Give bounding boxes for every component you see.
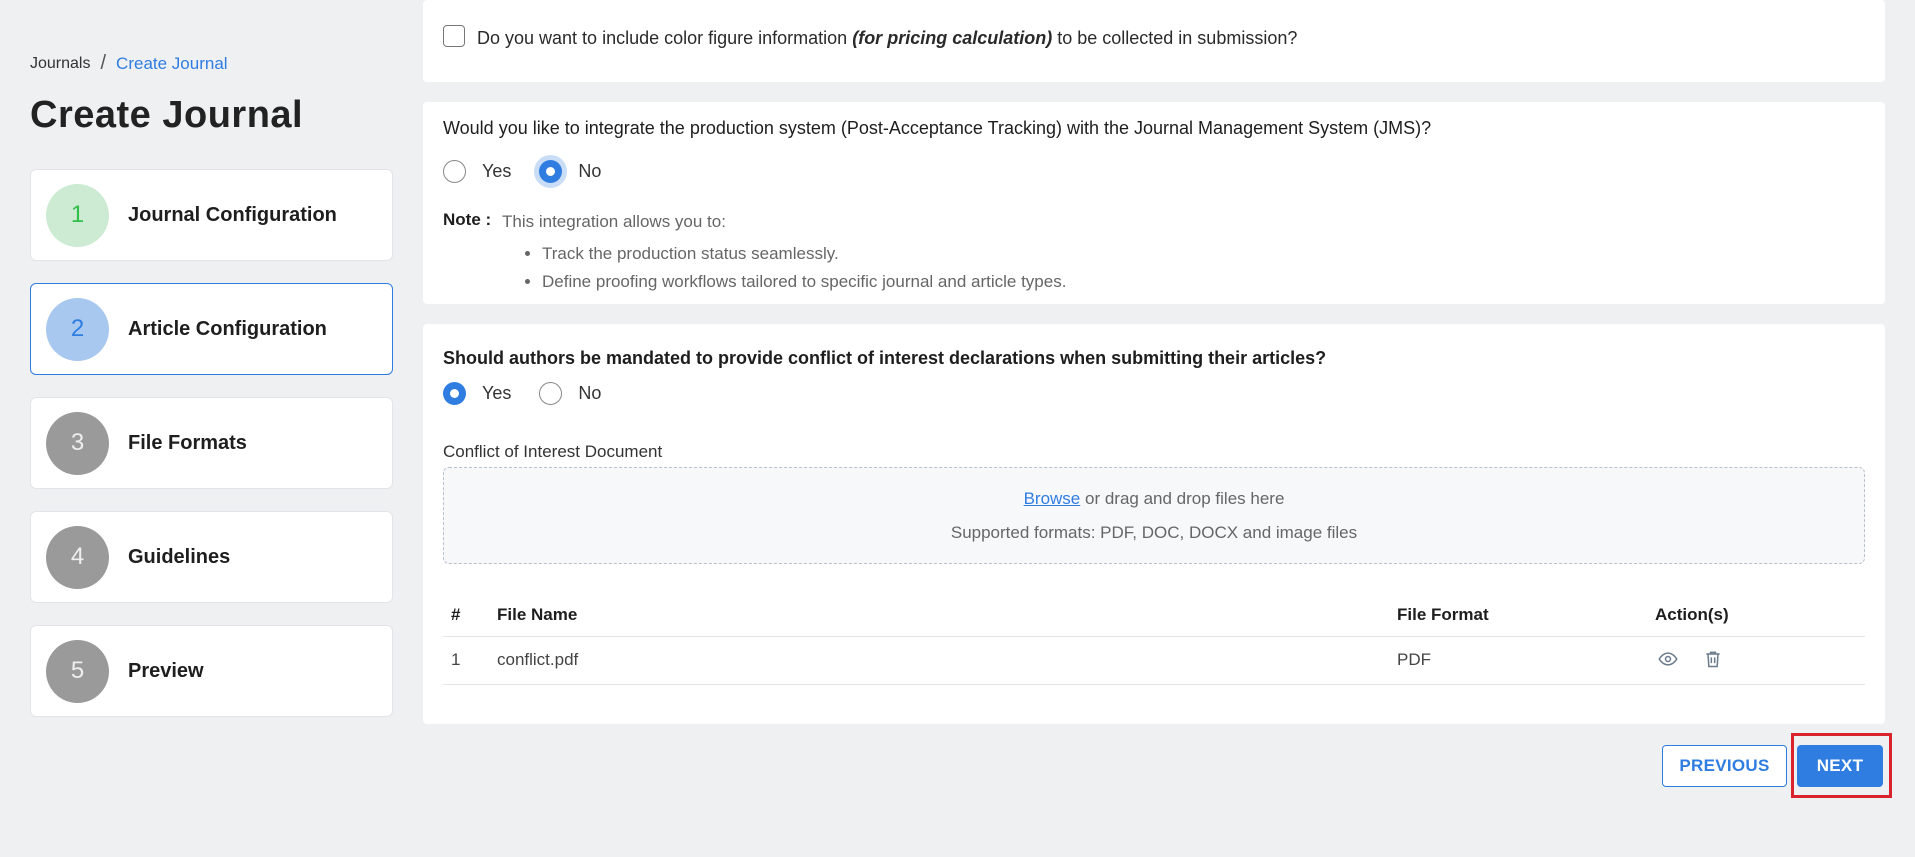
step-label: File Formats <box>128 431 247 454</box>
step-label: Guidelines <box>128 545 231 568</box>
column-header-index: # <box>443 594 497 637</box>
breadcrumb-current: Create Journal <box>116 53 228 73</box>
conflict-document-label: Conflict of Interest Document <box>443 442 663 461</box>
conflict-yes-radio[interactable] <box>443 382 466 405</box>
cell-file-name: conflict.pdf <box>497 636 1397 685</box>
production-yes-radio[interactable] <box>443 160 466 183</box>
page-title: Create Journal <box>30 94 304 136</box>
supported-formats-text: Supported formats: PDF, DOC, DOCX and im… <box>950 522 1358 542</box>
color-figure-emphasis: (for pricing calculation) <box>852 28 1053 48</box>
next-button[interactable]: NEXT <box>1797 745 1883 787</box>
step-number: 1 <box>46 183 109 247</box>
production-no-radio[interactable] <box>539 160 563 183</box>
production-no-label: No <box>578 161 602 181</box>
conflict-card: Should authors be mandated to provide co… <box>423 324 1885 724</box>
note-label: Note : <box>443 210 492 229</box>
production-yes-label: Yes <box>482 161 512 181</box>
note-text: This integration allows you to: <box>502 212 726 231</box>
conflict-yes-label: Yes <box>482 383 512 403</box>
step-file-formats[interactable]: 3 File Formats <box>30 397 393 489</box>
color-figure-text-after: to be collected in submission? <box>1057 28 1298 48</box>
conflict-question: Should authors be mandated to provide co… <box>443 348 1327 368</box>
breadcrumb-journals-link[interactable]: Journals <box>30 55 90 73</box>
cell-file-format: PDF <box>1397 636 1655 685</box>
color-figure-text-before: Do you want to include color figure info… <box>477 28 848 48</box>
production-radio-group: Yes No <box>443 160 629 183</box>
step-number: 5 <box>46 639 109 703</box>
step-number: 4 <box>46 525 109 589</box>
production-card: Would you like to integrate the producti… <box>423 102 1885 304</box>
file-dropzone[interactable]: Browse or drag and drop files here Suppo… <box>443 467 1865 564</box>
dropzone-instructions: Browse or drag and drop files here <box>1024 489 1285 509</box>
previous-button[interactable]: PREVIOUS <box>1662 745 1787 787</box>
table-header-row: # File Name File Format Action(s) <box>443 594 1865 637</box>
production-question: Would you like to integrate the producti… <box>443 118 1432 138</box>
note-item: Track the production status seamlessly. <box>542 244 1066 264</box>
step-label: Preview <box>128 659 204 682</box>
color-figure-card: Do you want to include color figure info… <box>423 0 1885 82</box>
eye-icon[interactable] <box>1655 646 1681 672</box>
step-number: 2 <box>46 297 109 361</box>
column-header-file-format: File Format <box>1397 594 1655 637</box>
stepper: 1 Journal Configuration 2 Article Config… <box>30 169 393 739</box>
trash-icon[interactable] <box>1700 646 1726 672</box>
note-item: Define proofing workflows tailored to sp… <box>542 272 1066 292</box>
column-header-file-name: File Name <box>497 594 1397 637</box>
breadcrumb: Journals / Create Journal <box>30 52 228 75</box>
step-guidelines[interactable]: 4 Guidelines <box>30 511 393 603</box>
conflict-no-label: No <box>578 383 602 403</box>
step-article-configuration[interactable]: 2 Article Configuration <box>30 283 393 375</box>
browse-link[interactable]: Browse <box>1024 489 1081 508</box>
color-figure-option: Do you want to include color figure info… <box>443 24 1298 49</box>
color-figure-checkbox[interactable] <box>443 24 465 47</box>
cell-actions <box>1655 636 1865 685</box>
note-list: Track the production status seamlessly. … <box>542 244 1066 300</box>
breadcrumb-separator: / <box>100 52 107 74</box>
step-label: Journal Configuration <box>128 203 337 226</box>
step-number: 3 <box>46 411 109 475</box>
files-table: # File Name File Format Action(s) 1 conf… <box>443 594 1865 685</box>
cell-index: 1 <box>443 636 497 685</box>
drop-text: or drag and drop files here <box>1085 488 1285 508</box>
table-row: 1 conflict.pdf PDF <box>443 636 1865 685</box>
conflict-no-radio[interactable] <box>539 382 563 405</box>
step-label: Article Configuration <box>128 317 327 340</box>
column-header-actions: Action(s) <box>1655 594 1865 637</box>
step-preview[interactable]: 5 Preview <box>30 625 393 717</box>
step-journal-configuration[interactable]: 1 Journal Configuration <box>30 169 393 261</box>
conflict-radio-group: Yes No <box>443 382 629 405</box>
